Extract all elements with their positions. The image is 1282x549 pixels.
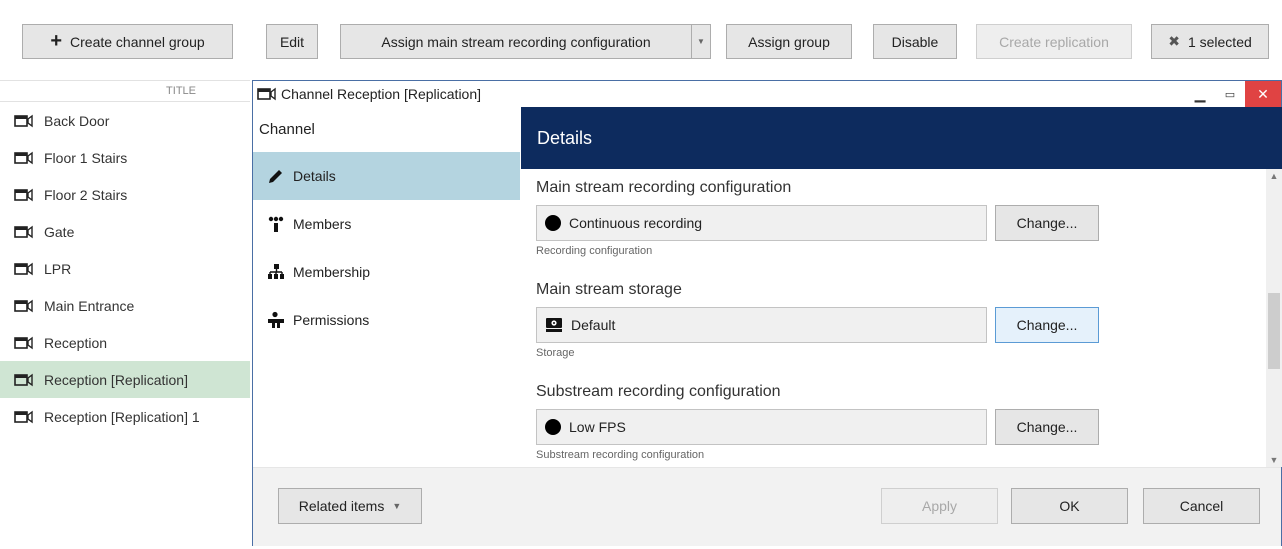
- list-item-label: Reception [Replication]: [44, 371, 188, 388]
- maximize-icon: ▭: [1224, 88, 1236, 101]
- permissions-icon: [268, 311, 284, 328]
- list-item[interactable]: Floor 1 Stairs: [0, 139, 250, 176]
- camera-icon: [14, 262, 33, 275]
- list-item[interactable]: Gate: [0, 213, 250, 250]
- change-storage-button[interactable]: Change...: [995, 307, 1099, 343]
- create-replication-button[interactable]: Create replication: [976, 24, 1132, 59]
- minimize-button[interactable]: ▁: [1185, 81, 1215, 107]
- camera-icon: [14, 188, 33, 201]
- maximize-button[interactable]: ▭: [1215, 81, 1245, 107]
- change-substream-button[interactable]: Change...: [995, 409, 1099, 445]
- nav-item-membership[interactable]: Membership: [253, 248, 520, 296]
- main-stream-storage-label: Main stream storage: [536, 281, 682, 298]
- close-icon: ✖: [1168, 33, 1180, 49]
- dialog-title: Channel Reception [Replication]: [281, 86, 482, 102]
- list-item[interactable]: Reception: [0, 324, 250, 361]
- chevron-down-icon: ▼: [697, 37, 705, 46]
- dialog-footer: Related items ▼ Apply OK Cancel: [253, 467, 1281, 546]
- ok-button[interactable]: OK: [1011, 488, 1128, 524]
- related-items-button[interactable]: Related items ▼: [278, 488, 422, 524]
- camera-icon: [14, 151, 33, 164]
- hierarchy-icon: [268, 264, 284, 279]
- list-item-label: Floor 2 Stairs: [44, 186, 128, 203]
- substream-recording-field: Low FPS: [536, 409, 987, 445]
- list-item[interactable]: Floor 2 Stairs: [0, 176, 250, 213]
- assign-main-stream-button[interactable]: Assign main stream recording configurati…: [340, 24, 692, 59]
- disable-button[interactable]: Disable: [873, 24, 957, 59]
- list-item[interactable]: Reception [Replication] 1: [0, 398, 250, 435]
- assign-group-button[interactable]: Assign group: [726, 24, 852, 59]
- list-item-label: Reception: [44, 334, 108, 351]
- pencil-icon: [269, 170, 282, 183]
- record-dot-icon: [545, 215, 561, 231]
- storage-icon: [546, 318, 562, 332]
- substream-recording-label: Substream recording configuration: [536, 383, 781, 400]
- nav-item-permissions[interactable]: Permissions: [253, 296, 520, 344]
- camera-icon: [14, 336, 33, 349]
- create-channel-group-button[interactable]: + Create channel group: [22, 24, 233, 59]
- details-scroll-area: Main stream recording configuration Cont…: [521, 169, 1282, 467]
- cancel-button[interactable]: Cancel: [1143, 488, 1260, 524]
- list-item-label: Gate: [44, 223, 75, 240]
- list-item-label: Main Entrance: [44, 297, 135, 314]
- close-icon: ✕: [1257, 85, 1269, 102]
- storage-hint: Storage: [536, 347, 575, 359]
- scroll-thumb[interactable]: [1268, 293, 1280, 369]
- camera-icon: [14, 114, 33, 127]
- list-item[interactable]: Reception [Replication]: [0, 361, 250, 398]
- chevron-down-icon: ▼: [392, 501, 402, 511]
- scroll-up-icon[interactable]: ▲: [1266, 169, 1282, 183]
- list-item[interactable]: LPR: [0, 250, 250, 287]
- plus-icon: +: [50, 29, 63, 52]
- main-stream-recording-field: Continuous recording: [536, 205, 987, 241]
- channel-list: TITLE Back Door Floor 1 Stairs Floor 2 Sta…: [0, 80, 250, 549]
- vertical-scrollbar[interactable]: ▲ ▼: [1266, 169, 1282, 467]
- members-icon: [268, 216, 284, 232]
- main-stream-storage-field: Default: [536, 307, 987, 343]
- list-item[interactable]: Back Door: [0, 102, 250, 139]
- camera-icon: [14, 373, 33, 386]
- dialog-content: Details Main stream recording configurat…: [521, 107, 1282, 467]
- camera-icon: [14, 410, 33, 423]
- camera-icon: [257, 87, 276, 101]
- record-dot-icon: [545, 419, 561, 435]
- list-item-label: Reception [Replication] 1: [44, 408, 200, 425]
- list-item-label: LPR: [44, 260, 72, 277]
- dialog-title-bar[interactable]: Channel Reception [Replication]: [253, 81, 1281, 107]
- content-title: Details: [521, 107, 1282, 169]
- list-item[interactable]: Main Entrance: [0, 287, 250, 324]
- close-button[interactable]: ✕: [1245, 81, 1281, 107]
- nav-item-details[interactable]: Details: [253, 152, 520, 200]
- toolbar: + Create channel group Edit Assign main …: [0, 0, 1282, 80]
- camera-icon: [14, 299, 33, 312]
- nav-header: Channel: [259, 121, 315, 138]
- apply-button[interactable]: Apply: [881, 488, 998, 524]
- assign-main-stream-dropdown-arrow[interactable]: ▼: [691, 24, 711, 59]
- recording-config-hint: Recording configuration: [536, 245, 653, 257]
- selected-count-button[interactable]: ✖ 1 selected: [1151, 24, 1269, 59]
- minimize-icon: ▁: [1194, 85, 1206, 102]
- channel-dialog: Channel Reception [Replication] ▁ ▭ ✕ Ch…: [252, 80, 1282, 546]
- list-header-title[interactable]: TITLE: [0, 80, 250, 102]
- nav-item-members[interactable]: Members: [253, 200, 520, 248]
- list-item-label: Floor 1 Stairs: [44, 149, 128, 166]
- scroll-down-icon[interactable]: ▼: [1266, 453, 1282, 467]
- edit-button[interactable]: Edit: [266, 24, 318, 59]
- main-stream-recording-label: Main stream recording configuration: [536, 179, 792, 196]
- list-item-label: Back Door: [44, 112, 110, 129]
- substream-config-hint: Substream recording configuration: [536, 449, 705, 461]
- camera-icon: [14, 225, 33, 238]
- dialog-nav: Channel Details Members Membership Permi…: [253, 107, 520, 467]
- change-recording-button[interactable]: Change...: [995, 205, 1099, 241]
